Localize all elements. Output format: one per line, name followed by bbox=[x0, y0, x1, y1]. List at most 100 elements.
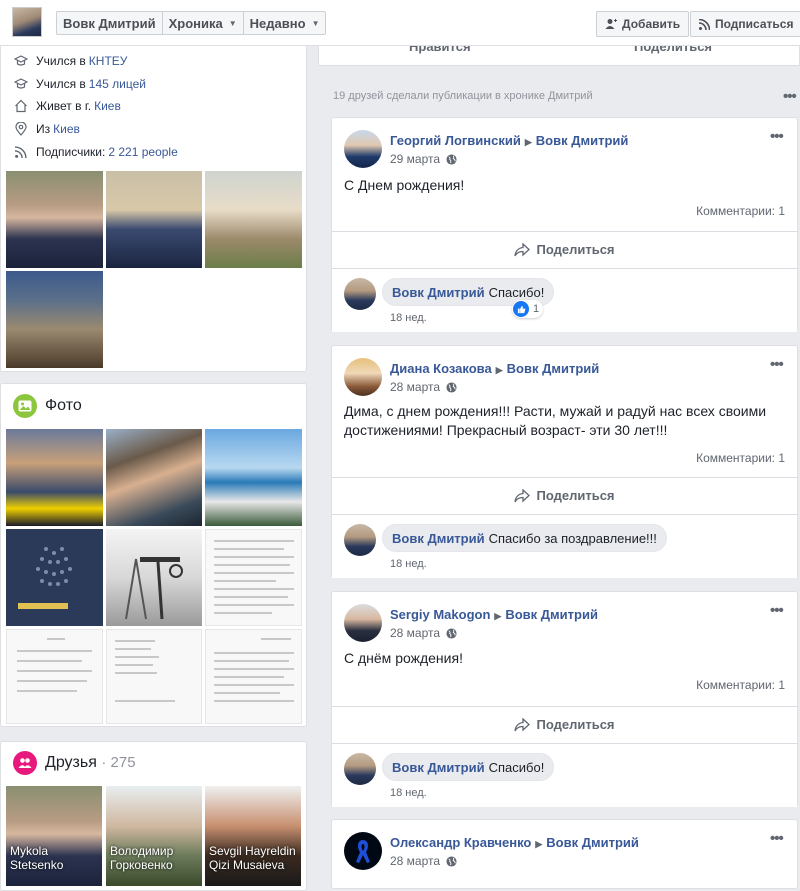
date-text[interactable]: 28 марта bbox=[390, 854, 440, 868]
share-label: Поделиться bbox=[536, 488, 615, 503]
intro-link[interactable]: 2 221 people bbox=[108, 145, 177, 159]
subscribe-button[interactable]: Подписаться bbox=[690, 11, 800, 37]
author-avatar[interactable] bbox=[344, 130, 382, 168]
intro-photo[interactable] bbox=[6, 171, 103, 268]
target-name[interactable]: Вовк Дмитрий bbox=[507, 361, 600, 376]
intro-link[interactable]: Киев bbox=[53, 122, 80, 136]
profile-avatar[interactable] bbox=[12, 7, 42, 37]
friend-tile[interactable]: Mykola Stetsenko bbox=[6, 786, 102, 886]
photo-thumbnail[interactable] bbox=[106, 529, 202, 626]
friends-icon bbox=[13, 751, 37, 775]
author-avatar[interactable] bbox=[344, 604, 382, 642]
commenter-avatar[interactable] bbox=[344, 278, 376, 310]
friend-name: Володимир Горковенко bbox=[110, 844, 174, 872]
comments-count[interactable]: Комментарии: 1 bbox=[696, 451, 785, 465]
timeline-dropdown[interactable]: Хроника ▼ bbox=[163, 12, 244, 34]
friends-title[interactable]: Друзья · 275 bbox=[45, 754, 136, 772]
target-name[interactable]: Вовк Дмитрий bbox=[546, 835, 639, 850]
arrow-right-icon: ▶ bbox=[494, 611, 502, 621]
feed-post: Олександр Кравченко ▶ Вовк Дмитрий 28 март… bbox=[331, 819, 798, 889]
commenter-name[interactable]: Вовк Дмитрий bbox=[392, 760, 485, 775]
post-menu-icon[interactable]: ••• bbox=[770, 602, 784, 619]
feed-post: Диана Козакова ▶ Вовк Дмитрий 28 марта •••… bbox=[331, 345, 798, 578]
commenter-avatar[interactable] bbox=[344, 753, 376, 785]
intro-text: Учился в bbox=[36, 77, 86, 91]
author-avatar[interactable] bbox=[344, 358, 382, 396]
photo-thumbnail[interactable] bbox=[205, 629, 302, 724]
arrow-right-icon: ▶ bbox=[535, 839, 543, 849]
post-menu-icon[interactable]: ••• bbox=[770, 128, 784, 145]
author-name[interactable]: Георгий Логвинский bbox=[390, 133, 521, 148]
photo-thumbnail[interactable] bbox=[6, 429, 103, 526]
date-text[interactable]: 28 марта bbox=[390, 380, 440, 394]
intro-link[interactable]: 145 лицей bbox=[89, 77, 146, 91]
post-header: Георгий Логвинский ▶ Вовк Дмитрий bbox=[390, 133, 628, 148]
commenter-name[interactable]: Вовк Дмитрий bbox=[392, 285, 485, 300]
comment-area: Вовк Дмитрий Спасибо за поздравление!!! 1… bbox=[332, 514, 797, 578]
intro-photo[interactable] bbox=[6, 271, 103, 368]
post-action-strip: Нравится Поделиться bbox=[318, 39, 800, 66]
author-name[interactable]: Диана Козакова bbox=[390, 361, 492, 376]
commenter-avatar[interactable] bbox=[344, 524, 376, 556]
intro-link[interactable]: КНТЕУ bbox=[89, 54, 128, 68]
comments-count[interactable]: Комментарии: 1 bbox=[696, 204, 785, 218]
intro-lives-in: Живет в г. Киев bbox=[13, 97, 121, 115]
intro-link[interactable]: Киев bbox=[94, 99, 121, 113]
photo-thumbnail[interactable] bbox=[205, 429, 302, 526]
friend-tile[interactable]: Володимир Горковенко bbox=[106, 786, 202, 886]
post-menu-icon[interactable]: ••• bbox=[770, 830, 784, 847]
post-header: Диана Козакова ▶ Вовк Дмитрий bbox=[390, 361, 599, 376]
add-person-icon bbox=[605, 19, 617, 29]
globe-icon bbox=[446, 381, 457, 393]
share-label: Поделиться bbox=[536, 242, 615, 257]
graduation-cap-icon bbox=[13, 78, 29, 90]
add-friend-button[interactable]: Добавить bbox=[596, 11, 690, 37]
post-header: Олександр Кравченко ▶ Вовк Дмитрий bbox=[390, 835, 639, 850]
more-options-icon[interactable]: ••• bbox=[783, 88, 797, 105]
share-label: Поделиться bbox=[536, 717, 615, 732]
arrow-right-icon: ▶ bbox=[495, 365, 503, 375]
photo-thumbnail[interactable] bbox=[6, 529, 103, 626]
photo-thumbnail[interactable] bbox=[205, 529, 302, 626]
date-text[interactable]: 28 марта bbox=[390, 626, 440, 640]
comment-time[interactable]: 18 нед. bbox=[390, 787, 427, 799]
intro-photo[interactable] bbox=[106, 171, 202, 268]
recent-dropdown[interactable]: Недавно ▼ bbox=[244, 12, 326, 34]
photo-thumbnail[interactable] bbox=[106, 429, 202, 526]
share-button[interactable]: Поделиться bbox=[332, 231, 797, 267]
profile-name-link[interactable]: Вовк Дмитрий bbox=[57, 12, 163, 34]
intro-text: Из bbox=[36, 122, 51, 136]
recent-label: Недавно bbox=[249, 15, 306, 31]
photos-title[interactable]: Фото bbox=[45, 397, 82, 415]
author-name[interactable]: Sergiy Makogon bbox=[390, 607, 490, 622]
commenter-name[interactable]: Вовк Дмитрий bbox=[392, 531, 485, 546]
target-name[interactable]: Вовк Дмитрий bbox=[505, 607, 598, 622]
friends-count: · 275 bbox=[101, 754, 136, 771]
comment-bubble: Вовк Дмитрий Спасибо за поздравление!!! bbox=[382, 524, 667, 552]
photo-thumbnail[interactable] bbox=[106, 629, 202, 724]
share-icon bbox=[514, 242, 531, 256]
thumbs-up-icon bbox=[513, 301, 529, 317]
post-menu-icon[interactable]: ••• bbox=[770, 356, 784, 373]
share-button[interactable]: Поделиться bbox=[332, 706, 797, 742]
post-date: 28 марта bbox=[390, 626, 457, 640]
author-name[interactable]: Олександр Кравченко bbox=[390, 835, 531, 850]
comment-reaction[interactable]: 1 bbox=[512, 300, 544, 318]
graduation-cap-icon bbox=[13, 55, 29, 67]
intro-photo[interactable] bbox=[205, 171, 302, 268]
comment-time[interactable]: 18 нед. bbox=[390, 558, 427, 570]
feed-post: Sergiy Makogon ▶ Вовк Дмитрий 28 марта •••… bbox=[331, 591, 798, 807]
author-avatar[interactable] bbox=[344, 832, 382, 870]
friend-tile[interactable]: Sevgil Hayreldin Qizi Musaieva bbox=[205, 786, 301, 886]
comment-time[interactable]: 18 нед. bbox=[390, 312, 427, 324]
date-text[interactable]: 29 марта bbox=[390, 152, 440, 166]
photo-thumbnail[interactable] bbox=[6, 629, 103, 724]
comments-count[interactable]: Комментарии: 1 bbox=[696, 678, 785, 692]
comment-text: Спасибо! bbox=[488, 284, 545, 300]
intro-education-2: Учился в 145 лицей bbox=[13, 75, 146, 93]
share-button[interactable]: Поделиться bbox=[332, 477, 797, 513]
add-label: Добавить bbox=[622, 17, 681, 31]
friends-card: Друзья · 275 Mykola Stetsenko Володимир … bbox=[0, 741, 307, 891]
target-name[interactable]: Вовк Дмитрий bbox=[536, 133, 629, 148]
globe-icon bbox=[446, 627, 457, 639]
